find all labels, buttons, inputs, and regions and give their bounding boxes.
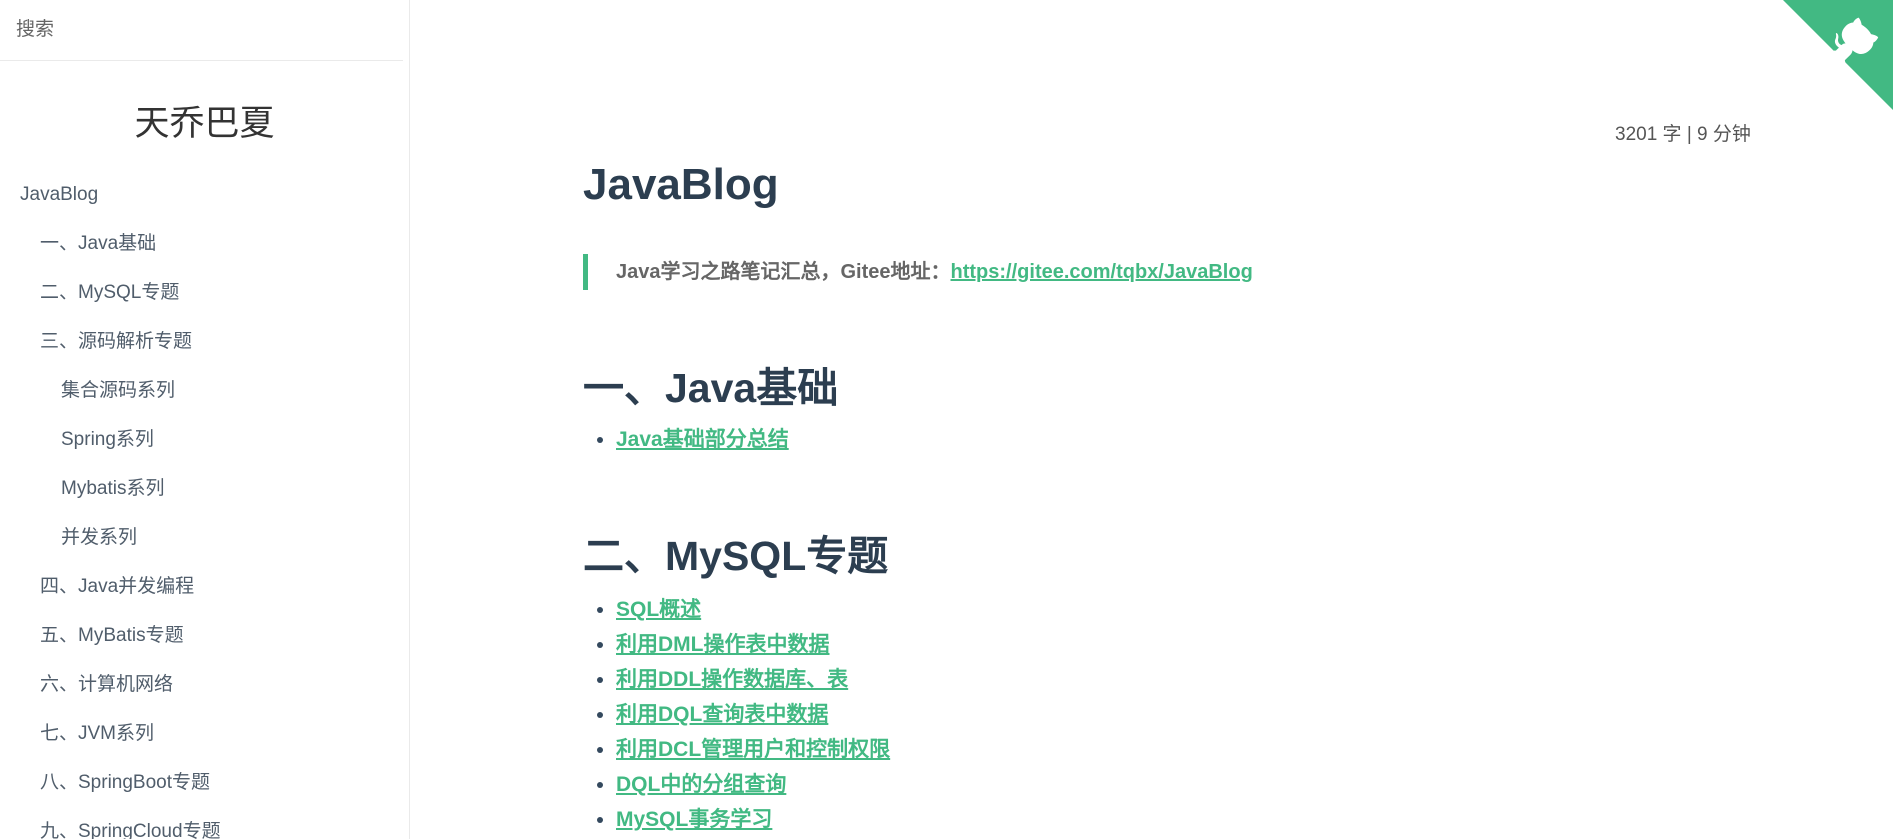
sidebar-item-mybatis[interactable]: 五、MyBatis专题 — [0, 611, 409, 660]
page-title: JavaBlog — [583, 160, 779, 209]
app-name[interactable]: 天乔巴夏 — [0, 95, 409, 146]
sidebar-item-mybatis-series[interactable]: Mybatis系列 — [0, 464, 409, 513]
section-heading-mysql: 二、MySQL专题 — [583, 533, 889, 579]
list-item: Java基础部分总结 — [616, 422, 789, 457]
sidebar-item-springboot[interactable]: 八、SpringBoot专题 — [0, 758, 409, 807]
sidebar-nav: JavaBlog 一、Java基础 二、MySQL专题 三、源码解析专题 集合源… — [0, 170, 409, 839]
article-link[interactable]: 利用DCL管理用户和控制权限 — [616, 738, 890, 761]
sidebar-item-jvm[interactable]: 七、JVM系列 — [0, 709, 409, 758]
github-corner-icon[interactable] — [1783, 0, 1893, 110]
sidebar-item-java-basics[interactable]: 一、Java基础 — [0, 219, 409, 268]
search-input[interactable] — [0, 19, 376, 41]
article-link[interactable]: SQL概述 — [616, 598, 701, 621]
article-link[interactable]: DQL中的分组查询 — [616, 773, 786, 796]
list-item: MySQL事务学习 — [616, 802, 890, 837]
sidebar-item-source-analysis[interactable]: 三、源码解析专题 — [0, 317, 409, 366]
article-link[interactable]: Java基础部分总结 — [616, 428, 789, 451]
word-count: 3201 字 | 9 分钟 — [1615, 124, 1751, 145]
gitee-link[interactable]: https://gitee.com/tqbx/JavaBlog — [951, 261, 1253, 283]
list-item: DQL中的分组查询 — [616, 767, 890, 802]
article-link[interactable]: 利用DML操作表中数据 — [616, 633, 830, 656]
section-heading-java-basics: 一、Java基础 — [583, 365, 839, 411]
sidebar-item-javablog[interactable]: JavaBlog — [0, 170, 409, 219]
list-item: 利用DCL管理用户和控制权限 — [616, 732, 890, 767]
list-item: 利用DDL操作数据库、表 — [616, 662, 890, 697]
list-item: 利用DQL查询表中数据 — [616, 697, 890, 732]
article-link[interactable]: 利用DDL操作数据库、表 — [616, 668, 848, 691]
java-basics-list: Java基础部分总结 — [583, 422, 789, 457]
sidebar-item-collections-source[interactable]: 集合源码系列 — [0, 366, 409, 415]
sidebar-item-computer-network[interactable]: 六、计算机网络 — [0, 660, 409, 709]
sidebar-item-java-concurrency[interactable]: 四、Java并发编程 — [0, 562, 409, 611]
article-link[interactable]: MySQL事务学习 — [616, 808, 772, 831]
sidebar: 天乔巴夏 JavaBlog 一、Java基础 二、MySQL专题 三、源码解析专… — [0, 0, 410, 839]
article-link[interactable]: 利用DQL查询表中数据 — [616, 703, 828, 726]
sidebar-item-springcloud[interactable]: 九、SpringCloud专题 — [0, 807, 409, 839]
blockquote: Java学习之路笔记汇总，Gitee地址：https://gitee.com/t… — [583, 254, 1253, 290]
list-item: 利用DML操作表中数据 — [616, 627, 890, 662]
sidebar-item-mysql[interactable]: 二、MySQL专题 — [0, 268, 409, 317]
sidebar-item-spring-series[interactable]: Spring系列 — [0, 415, 409, 464]
quote-text: Java学习之路笔记汇总，Gitee地址： — [616, 261, 951, 283]
mysql-list: SQL概述 利用DML操作表中数据 利用DDL操作数据库、表 利用DQL查询表中… — [583, 592, 890, 837]
sidebar-item-concurrency-series[interactable]: 并发系列 — [0, 513, 409, 562]
search-box — [0, 0, 403, 61]
list-item: SQL概述 — [616, 592, 890, 627]
